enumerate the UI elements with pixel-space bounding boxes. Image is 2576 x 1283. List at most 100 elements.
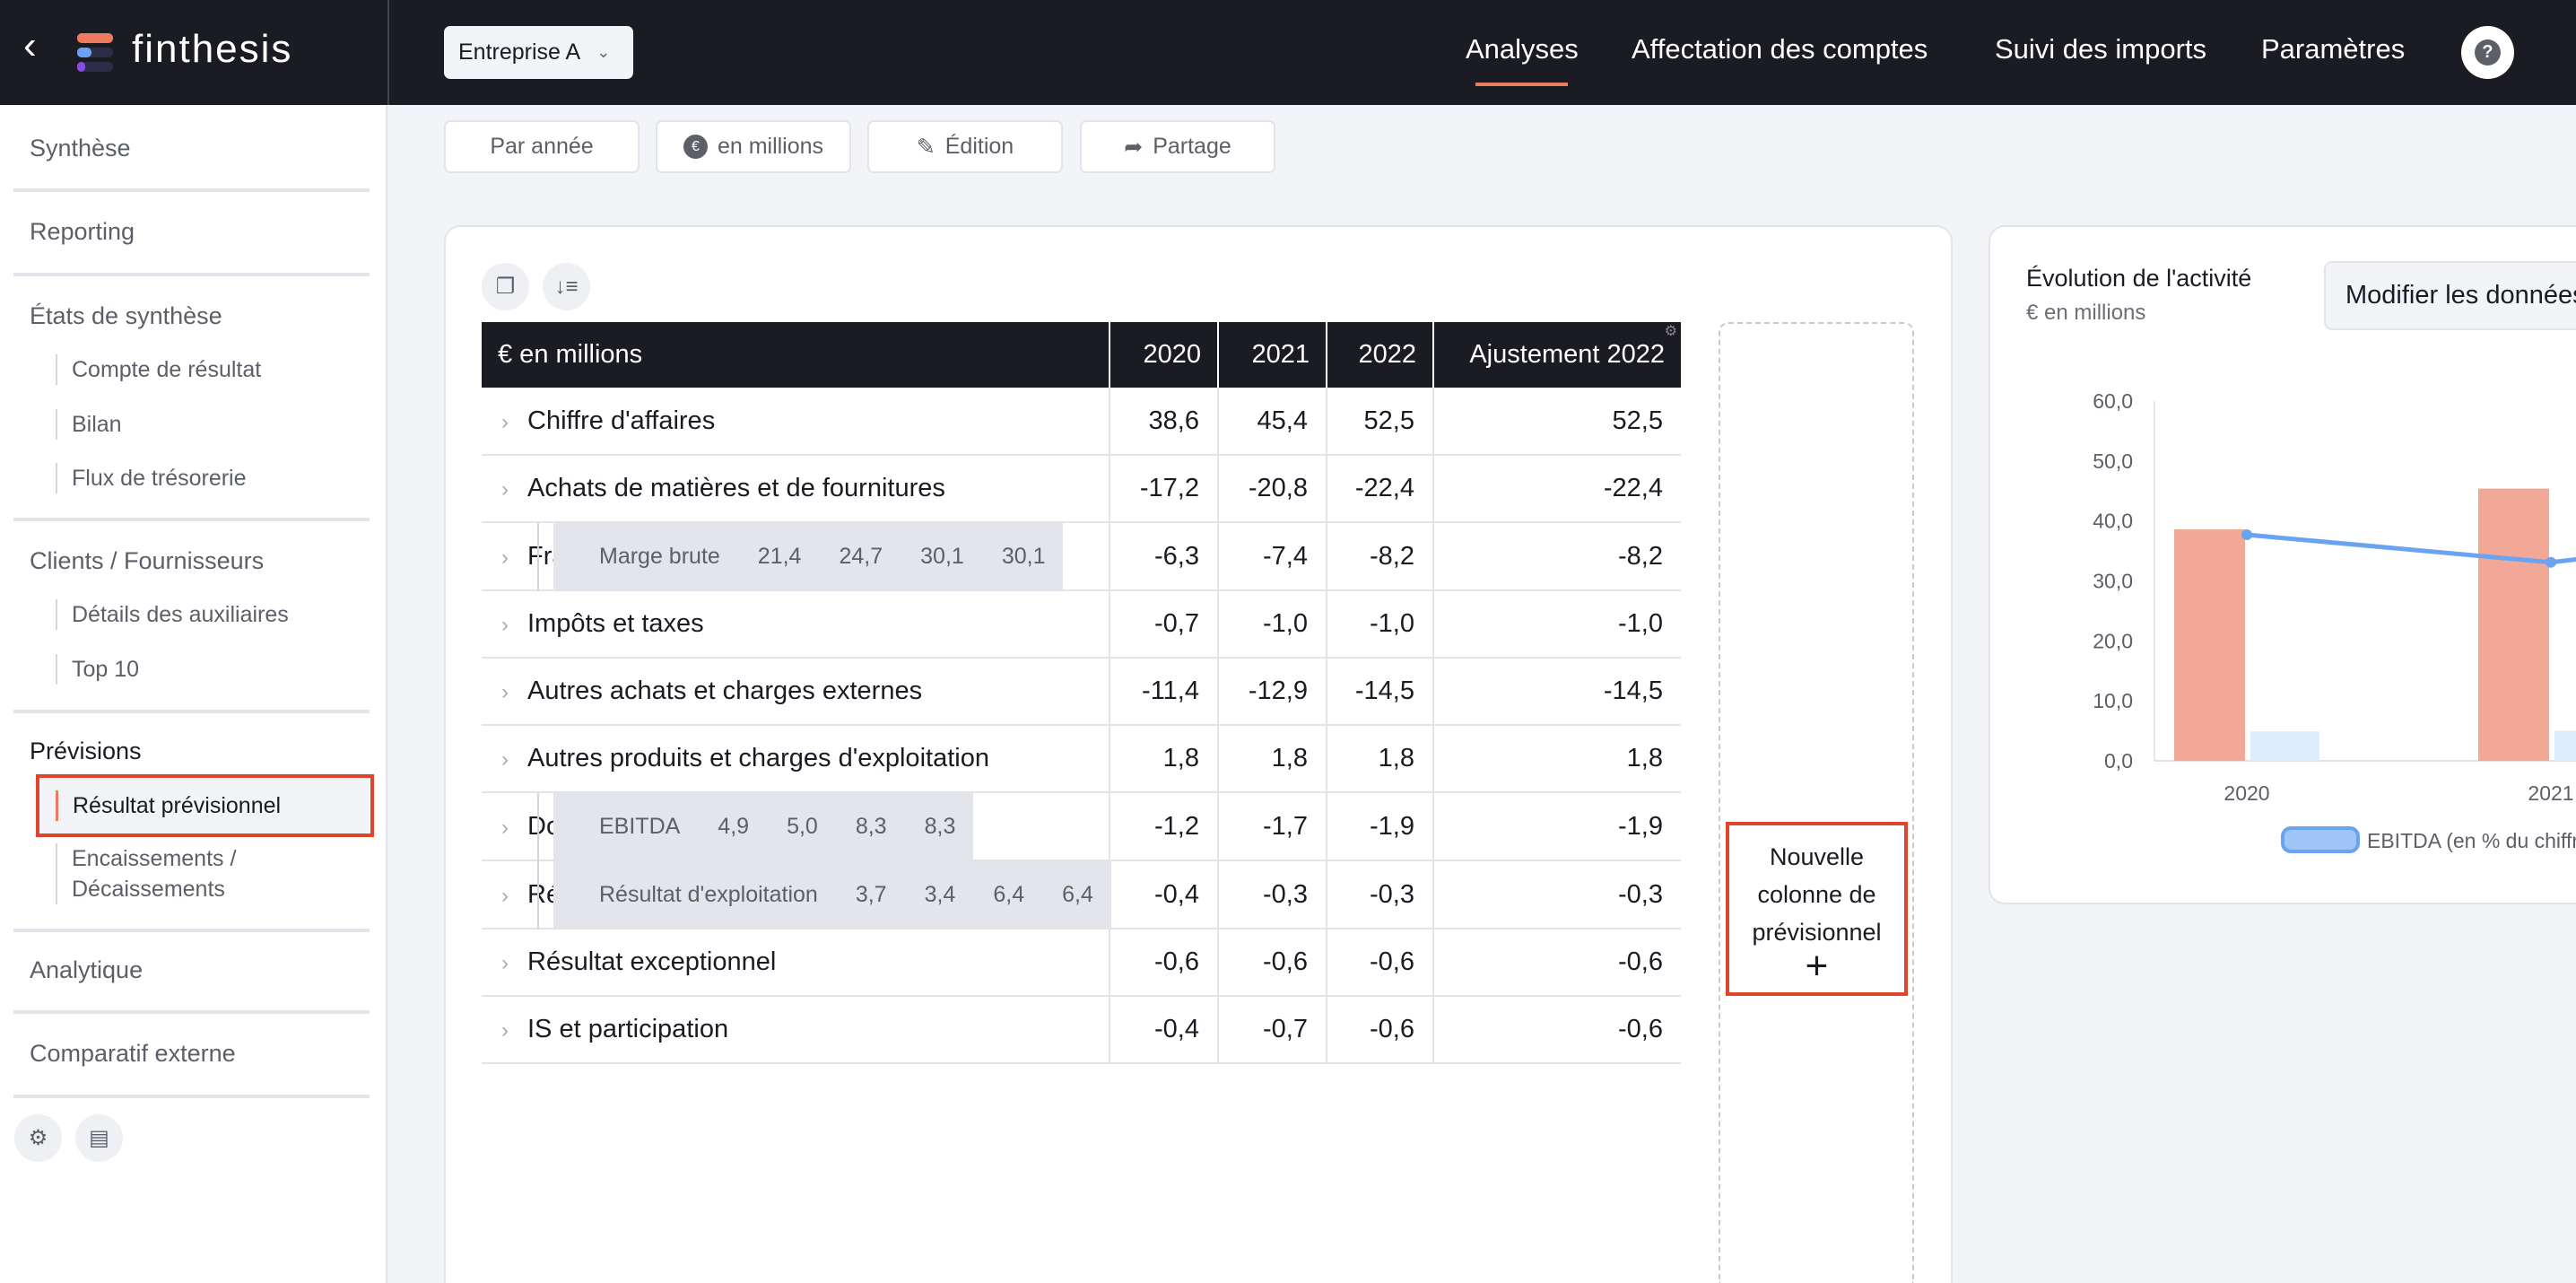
table-row[interactable]: › Résultat exceptionnel -0,6 -0,6 -0,6 -0,6 (482, 929, 1681, 997)
cell-value[interactable]: 45,4 (1217, 388, 1327, 456)
chevron-right-icon[interactable]: › (501, 680, 527, 705)
sidebar-item-compte-resultat[interactable]: Compte de résultat (56, 354, 261, 385)
cell-value[interactable]: 5,0 (767, 793, 837, 861)
cell-value[interactable]: 3,4 (904, 861, 975, 930)
cell-value[interactable]: 24,7 (819, 523, 902, 591)
chevron-right-icon[interactable]: › (501, 747, 527, 772)
cell-value[interactable]: -22,4 (1432, 455, 1681, 523)
sidebar-item-reporting[interactable]: Reporting (30, 218, 135, 246)
cell-value[interactable]: 1,8 (1109, 725, 1218, 793)
cell-value[interactable]: -0,6 (1217, 929, 1327, 997)
chevron-right-icon[interactable]: › (501, 545, 527, 571)
cell-value[interactable]: -1,0 (1326, 590, 1433, 659)
cell-value[interactable]: -1,0 (1432, 590, 1681, 659)
table-row[interactable]: EBITDA 4,9 5,0 8,3 8,3 (537, 793, 974, 861)
sidebar-item-bilan[interactable]: Bilan (56, 409, 122, 440)
cell-value[interactable]: -0,6 (1432, 996, 1681, 1064)
edition-button[interactable]: ✎ Édition (867, 120, 1063, 173)
table-row[interactable]: › Achats de matières et de fournitures -17… (482, 455, 1681, 523)
cell-value[interactable]: 8,3 (835, 793, 906, 861)
cell-value[interactable]: 3,7 (835, 861, 906, 930)
table-row[interactable]: Marge brute 21,4 24,7 30,1 30,1 (537, 523, 1064, 591)
millions-button[interactable]: € en millions (656, 120, 851, 173)
company-select[interactable]: Entreprise A ⌄ (444, 26, 633, 79)
chevron-right-icon[interactable]: › (501, 477, 527, 502)
sort-icon[interactable]: ↓≡ (543, 263, 590, 310)
cell-value[interactable]: 21,4 (737, 523, 821, 591)
nav-suivi-imports[interactable]: Suivi des imports (1995, 33, 2206, 65)
cell-value[interactable]: 30,1 (901, 523, 983, 591)
cell-value[interactable]: 38,6 (1109, 388, 1218, 456)
cell-value[interactable]: -17,2 (1109, 455, 1218, 523)
cell-value[interactable]: -6,3 (1109, 523, 1218, 591)
help-icon[interactable]: ? (2461, 26, 2514, 79)
copy-icon[interactable]: ❐ (482, 263, 529, 310)
bar-chiffre-affaires[interactable] (2174, 529, 2245, 761)
legend-label[interactable]: EBITDA (en % du chiffre d'affaires) (2367, 829, 2576, 852)
cell-value[interactable]: -0,6 (1432, 929, 1681, 997)
cell-value[interactable]: -1,2 (1109, 793, 1218, 861)
sidebar-item-resultat-previsionnel[interactable]: Résultat prévisionnel (56, 790, 281, 821)
nav-parametres[interactable]: Paramètres (2261, 33, 2405, 65)
cell-value[interactable]: -12,9 (1217, 658, 1327, 726)
gear-icon[interactable]: ⚙ (1665, 322, 1677, 340)
cell-value[interactable]: -0,4 (1109, 996, 1218, 1064)
gear-icon[interactable]: ⚙ (14, 1114, 62, 1162)
chevron-right-icon[interactable]: › (501, 1018, 527, 1043)
line-point[interactable] (2546, 556, 2556, 568)
cell-value[interactable]: 1,8 (1217, 725, 1327, 793)
cell-value[interactable]: -1,7 (1217, 793, 1327, 861)
chevron-right-icon[interactable]: › (501, 951, 527, 976)
sidebar-item-encaissements[interactable]: Encaissements / Décaissements (56, 843, 236, 904)
cell-value[interactable]: 6,4 (973, 861, 1044, 930)
cell-value[interactable]: 1,8 (1326, 725, 1433, 793)
cell-value[interactable]: -7,4 (1217, 523, 1327, 591)
new-column-button[interactable]: Nouvelle colonne de prévisionnel + (1726, 822, 1908, 996)
cell-value[interactable]: -0,3 (1326, 861, 1433, 930)
cell-value[interactable]: 4,9 (698, 793, 769, 861)
table-row[interactable]: › Impôts et taxes -0,7 -1,0 -1,0 -1,0 (482, 590, 1681, 659)
nav-analyses[interactable]: Analyses (1466, 33, 1579, 65)
cell-value[interactable]: 52,5 (1432, 388, 1681, 456)
chevron-right-icon[interactable]: › (501, 613, 527, 638)
cell-value[interactable]: -14,5 (1326, 658, 1433, 726)
cell-value[interactable]: 1,8 (1432, 725, 1681, 793)
cell-value[interactable]: -0,3 (1432, 861, 1681, 930)
cell-value[interactable]: -0,7 (1109, 590, 1218, 659)
chevron-right-icon[interactable]: › (501, 816, 527, 841)
par-annee-button[interactable]: Par année (444, 120, 640, 173)
sidebar-item-clients[interactable]: Clients / Fournisseurs (30, 547, 264, 575)
sidebar-item-top10[interactable]: Top 10 (56, 654, 139, 685)
cell-value[interactable]: -1,9 (1326, 793, 1433, 861)
table-row[interactable]: Résultat d'exploitation 3,7 3,4 6,4 6,4 (537, 861, 1111, 930)
cell-value[interactable]: 8,3 (904, 793, 974, 861)
cell-value[interactable]: -0,6 (1109, 929, 1218, 997)
cell-value[interactable]: -8,2 (1326, 523, 1433, 591)
sidebar-item-auxiliaires[interactable]: Détails des auxiliaires (56, 599, 289, 630)
header-2022[interactable]: 2022 (1326, 322, 1433, 388)
sidebar-item-synthese[interactable]: Synthèse (30, 135, 131, 162)
cell-value[interactable]: 30,1 (981, 523, 1064, 591)
table-row[interactable]: › Autres achats et charges externes -11,4-… (482, 658, 1681, 726)
cell-value[interactable]: -8,2 (1432, 523, 1681, 591)
header-ajustement-2022[interactable]: Ajustement 2022 ⚙ (1432, 322, 1681, 388)
header-2020[interactable]: 2020 (1109, 322, 1218, 388)
header-2021[interactable]: 2021 (1217, 322, 1327, 388)
cell-value[interactable]: -20,8 (1217, 455, 1327, 523)
cell-value[interactable]: -22,4 (1326, 455, 1433, 523)
bar-ebitda[interactable] (2250, 731, 2319, 761)
chevron-right-icon[interactable]: › (501, 884, 527, 909)
table-row[interactable]: › Chiffre d'affaires 38,6 45,4 52,5 52,5 (482, 388, 1681, 456)
sidebar-item-previsions[interactable]: Prévisions (30, 738, 142, 765)
cell-value[interactable]: 6,4 (1042, 861, 1111, 930)
cell-value[interactable]: -14,5 (1432, 658, 1681, 726)
table-row[interactable]: › Autres produits et charges d'exploitati… (482, 725, 1681, 793)
bar-chiffre-affaires[interactable] (2478, 488, 2549, 761)
cell-value[interactable]: -0,3 (1217, 861, 1327, 930)
cell-value[interactable]: -0,4 (1109, 861, 1218, 930)
sidebar-item-analytique[interactable]: Analytique (30, 956, 143, 984)
back-icon[interactable]: ‹ (23, 23, 37, 68)
document-export-icon[interactable]: ▤ (75, 1114, 123, 1162)
line-point[interactable] (2241, 529, 2252, 541)
partage-button[interactable]: ➦ Partage (1080, 120, 1275, 173)
